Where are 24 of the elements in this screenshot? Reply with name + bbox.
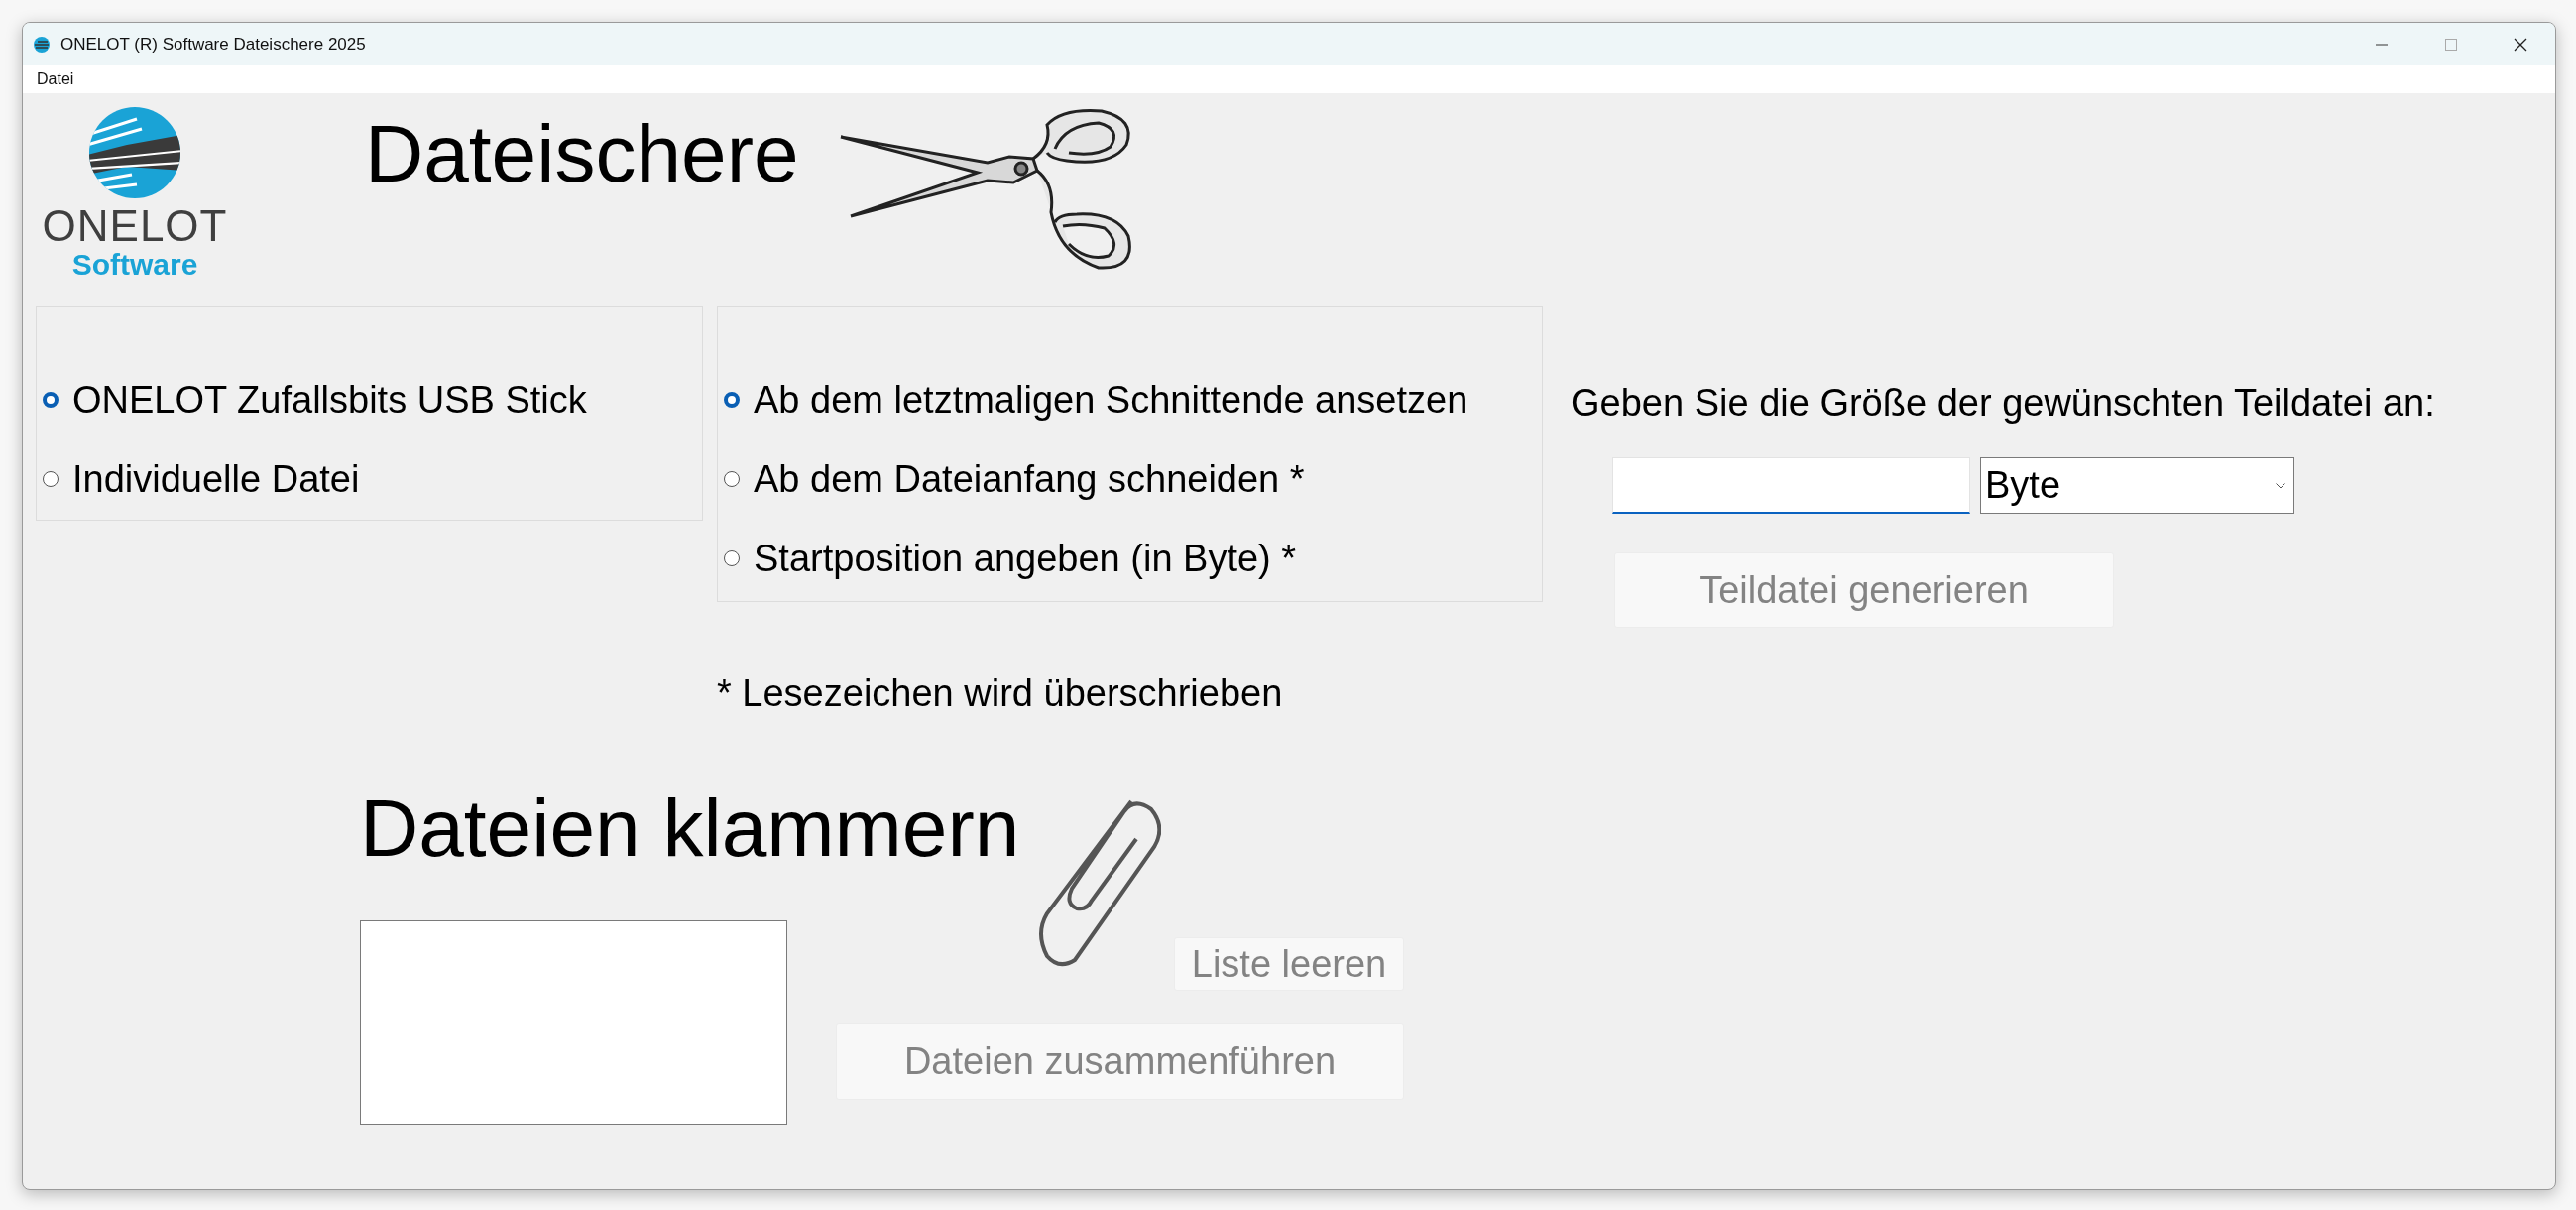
radio-option[interactable]: Ab dem Dateianfang schneiden * (718, 439, 1542, 519)
radio-option[interactable]: Individuelle Datei (37, 439, 702, 519)
size-label: Geben Sie die Größe der gewünschten Teildatei an: (1571, 381, 2435, 425)
unit-dropdown[interactable]: Byte (1980, 457, 2294, 514)
minimize-icon[interactable] (2376, 43, 2388, 46)
size-input-field[interactable] (1612, 457, 1970, 514)
radio-option[interactable]: ONELOT Zufallsbits USB Stick (37, 360, 702, 439)
app-icon (33, 35, 51, 54)
radio-indicator[interactable] (724, 550, 740, 566)
radio-option[interactable]: Ab dem letztmaligen Schnittende ansetzen (718, 360, 1542, 439)
radio-option[interactable]: Startposition angeben (in Byte) * (718, 519, 1542, 598)
radio-indicator[interactable] (724, 471, 740, 487)
note-text: * Lesezeichen wird überschrieben (717, 671, 1284, 716)
section-heading: Dateien klammern (360, 782, 1021, 875)
menu-item[interactable]: Datei (35, 70, 76, 88)
chevron-down-icon (2276, 482, 2285, 489)
radio-indicator[interactable] (724, 392, 740, 408)
section-heading: Dateischere (365, 107, 799, 200)
window-title: ONELOT (R) Software Dateischere 2025 (60, 34, 367, 55)
radio-indicator[interactable] (43, 392, 59, 408)
radio-indicator[interactable] (43, 471, 59, 487)
logo-wordmark: ONELOT (42, 204, 228, 248)
close-icon[interactable] (2514, 37, 2527, 52)
logo-subtitle: Software (71, 248, 198, 281)
